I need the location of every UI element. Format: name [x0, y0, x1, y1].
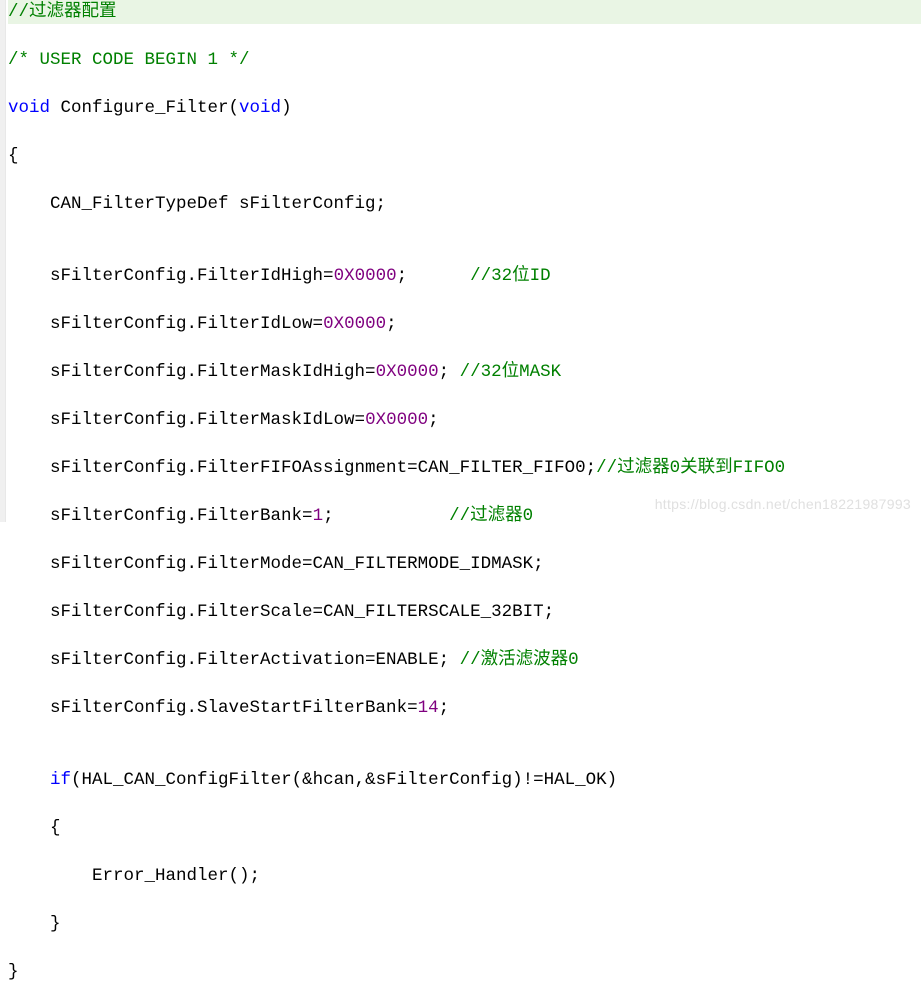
text: Configure_Filter( — [50, 98, 239, 118]
text: sFilterConfig.FilterMaskIdLow= — [8, 410, 365, 430]
code-line: CAN_FilterTypeDef sFilterConfig; — [8, 192, 921, 216]
code-line: { — [8, 816, 921, 840]
code-line: sFilterConfig.FilterFIFOAssignment=CAN_F… — [8, 456, 921, 480]
code-line: } — [8, 912, 921, 936]
code-line: sFilterConfig.FilterIdLow=0X0000; — [8, 312, 921, 336]
text: sFilterConfig.FilterFIFOAssignment=CAN_F… — [8, 458, 596, 478]
code-line: sFilterConfig.FilterActivation=ENABLE; /… — [8, 648, 921, 672]
text: sFilterConfig.FilterIdHigh= — [8, 266, 334, 286]
keyword: void — [8, 98, 50, 118]
number: 14 — [418, 698, 439, 718]
code-line: } — [8, 960, 921, 984]
text: (HAL_CAN_ConfigFilter(&hcan,&sFilterConf… — [71, 770, 617, 790]
comment: //过滤器配置 — [8, 2, 117, 22]
text: Error_Handler(); — [8, 866, 260, 886]
comment: //激活滤波器0 — [460, 650, 579, 670]
number: 0X0000 — [334, 266, 397, 286]
code-line: /* USER CODE BEGIN 1 */ — [8, 48, 921, 72]
comment: /* USER CODE BEGIN 1 */ — [8, 50, 250, 70]
code-line: sFilterConfig.FilterMode=CAN_FILTERMODE_… — [8, 552, 921, 576]
gutter — [0, 0, 6, 522]
text: ; — [323, 506, 449, 526]
number: 0X0000 — [365, 410, 428, 430]
text: sFilterConfig.FilterBank= — [8, 506, 313, 526]
text: sFilterConfig.FilterMode=CAN_FILTERMODE_… — [8, 554, 544, 574]
code-line: sFilterConfig.SlaveStartFilterBank=14; — [8, 696, 921, 720]
number: 1 — [313, 506, 324, 526]
text: ; — [386, 314, 397, 334]
text: CAN_FilterTypeDef sFilterConfig; — [8, 194, 386, 214]
comment: //过滤器0关联到FIFO0 — [596, 458, 785, 478]
text: { — [8, 146, 19, 166]
code-line: Error_Handler(); — [8, 864, 921, 888]
code-line: if(HAL_CAN_ConfigFilter(&hcan,&sFilterCo… — [8, 768, 921, 792]
text: ) — [281, 98, 292, 118]
text: sFilterConfig.FilterIdLow= — [8, 314, 323, 334]
comment: //32位MASK — [460, 362, 562, 382]
code-line: sFilterConfig.FilterMaskIdLow=0X0000; — [8, 408, 921, 432]
code-line: sFilterConfig.FilterIdHigh=0X0000; //32位… — [8, 264, 921, 288]
keyword: if — [50, 770, 71, 790]
text: ; — [439, 362, 460, 382]
code-line: //过滤器配置 — [8, 0, 921, 24]
text: { — [8, 818, 61, 838]
text: sFilterConfig.SlaveStartFilterBank= — [8, 698, 418, 718]
text: } — [8, 962, 19, 982]
code-line: { — [8, 144, 921, 168]
number: 0X0000 — [323, 314, 386, 334]
comment: //32位ID — [470, 266, 551, 286]
text — [8, 770, 50, 790]
number: 0X0000 — [376, 362, 439, 382]
comment: //过滤器0 — [449, 506, 533, 526]
text: ; — [439, 698, 450, 718]
text: sFilterConfig.FilterActivation=ENABLE; — [8, 650, 460, 670]
text: sFilterConfig.FilterMaskIdHigh= — [8, 362, 376, 382]
keyword: void — [239, 98, 281, 118]
text: ; — [428, 410, 439, 430]
text: } — [8, 914, 61, 934]
text: ; — [397, 266, 471, 286]
watermark: https://blog.csdn.net/chen18221987993 — [655, 492, 911, 516]
code-line: sFilterConfig.FilterMaskIdHigh=0X0000; /… — [8, 360, 921, 384]
code-line: void Configure_Filter(void) — [8, 96, 921, 120]
text: sFilterConfig.FilterScale=CAN_FILTERSCAL… — [8, 602, 554, 622]
code-line: sFilterConfig.FilterScale=CAN_FILTERSCAL… — [8, 600, 921, 624]
